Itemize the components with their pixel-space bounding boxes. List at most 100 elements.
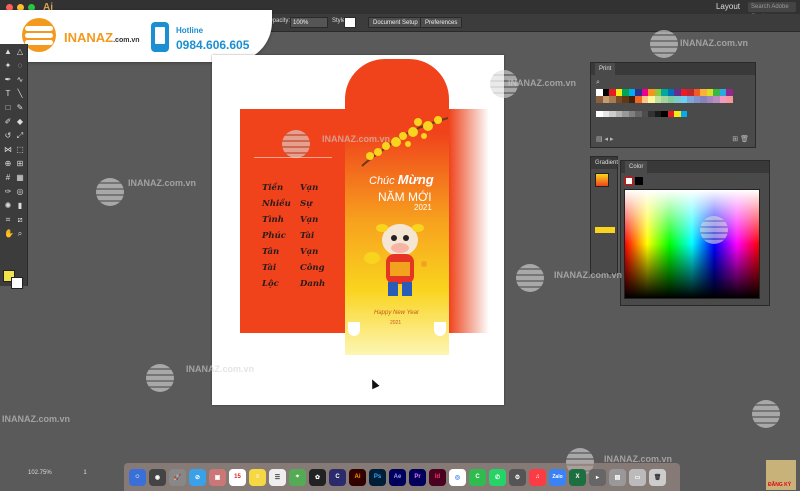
lasso-icon[interactable]: ◌ <box>16 62 24 70</box>
subscribe-badge[interactable]: ĐĂNG KÝ <box>766 460 796 490</box>
swatches-panel-header: Print <box>591 63 755 75</box>
coccoc-icon[interactable]: C <box>469 468 486 486</box>
blend-tool-icon[interactable]: ◎ <box>16 188 24 196</box>
stroke-color-swatch[interactable] <box>11 277 23 289</box>
preferences-button[interactable]: Preferences <box>420 17 463 28</box>
rotate-tool-icon[interactable]: ↺ <box>4 132 12 140</box>
free-transform-icon[interactable]: ⬚ <box>16 146 24 154</box>
shape-builder-icon[interactable]: ⊕ <box>4 160 12 168</box>
photos-icon[interactable]: ✿ <box>309 468 326 486</box>
workspace-layout-dropdown[interactable]: Layout <box>716 2 740 11</box>
scale-tool-icon[interactable]: ⤢ <box>16 132 24 140</box>
color-swatch[interactable] <box>726 89 733 96</box>
maps-icon[interactable]: ⌖ <box>289 468 306 486</box>
hand-tool-icon[interactable]: ✋ <box>4 230 14 238</box>
tab-print[interactable]: Print <box>595 63 616 75</box>
watermark-logo <box>282 130 310 158</box>
greeting-year: 2021 <box>414 203 432 212</box>
graph-tool-icon[interactable]: ▮ <box>16 202 24 210</box>
color-swatch[interactable] <box>726 96 733 103</box>
ox-mascot-illustration <box>364 224 427 296</box>
watermark-text: INANAZ.com.vn <box>186 364 255 374</box>
indesign-icon[interactable]: Id <box>429 468 446 486</box>
after-effects-icon[interactable]: Ae <box>389 468 406 486</box>
swatches-panel: Print ⌕ ▤ ◂ ▸ ⊞ 🗑 <box>590 62 756 148</box>
opacity-input[interactable]: 100% <box>290 17 328 28</box>
black-color-chip[interactable] <box>635 177 643 185</box>
safari-icon[interactable]: ⊘ <box>189 468 206 486</box>
finder-icon[interactable]: ☺ <box>129 468 146 486</box>
launchpad-icon[interactable]: 🚀 <box>169 468 186 486</box>
preview-icon[interactable]: ▤ <box>609 468 626 486</box>
zalo-icon[interactable]: Zalo <box>549 468 566 486</box>
rectangle-tool-icon[interactable]: □ <box>4 104 12 112</box>
swatch-library-icon[interactable]: ▤ ◂ ▸ <box>596 135 614 143</box>
type-tool-icon[interactable]: T <box>4 90 12 98</box>
watermark-text: INANAZ.com.vn <box>322 134 391 144</box>
envelope-notch-left <box>348 322 360 336</box>
artboard-tool-icon[interactable]: ⌗ <box>4 216 12 224</box>
gradient-preview[interactable] <box>595 173 609 187</box>
swatch-grid[interactable] <box>596 89 733 103</box>
curvature-tool-icon[interactable]: ∿ <box>16 76 24 84</box>
envelope-right-flap[interactable] <box>449 109 489 333</box>
watermark-text: INANAZ.com.vn <box>2 414 71 424</box>
eyedropper-icon[interactable]: ✑ <box>4 188 12 196</box>
watermark-logo <box>96 178 124 206</box>
color-spectrum-picker[interactable] <box>624 189 760 299</box>
gradient-tool-icon[interactable]: ▦ <box>16 174 24 182</box>
footer-year: 2021 <box>390 320 402 326</box>
tab-color[interactable]: Color <box>625 161 648 173</box>
photo-icon[interactable]: ▣ <box>209 468 226 486</box>
zoom-tool-icon[interactable]: ⌕ <box>16 230 24 238</box>
terminal-icon[interactable]: ▸ <box>589 468 606 486</box>
gray-swatch[interactable] <box>680 111 687 117</box>
notes-icon[interactable]: ≡ <box>249 468 266 486</box>
zoom-level[interactable]: 102.75% <box>28 470 52 476</box>
line-tool-icon[interactable]: ╲ <box>16 90 24 98</box>
trash-icon[interactable]: 🗑 <box>649 468 666 486</box>
poem-column-right: Vạn Sự Vạn Tài Vạn Công Danh <box>300 183 326 289</box>
pen-tool-icon[interactable]: ✒ <box>4 76 12 84</box>
poem-column-left: Tiền Nhiều Tình Phúc Tân Tài Lộc <box>262 183 291 289</box>
slice-tool-icon[interactable]: ⧄ <box>16 216 24 224</box>
search-icon[interactable]: ⌕ <box>596 79 600 87</box>
magic-wand-icon[interactable]: ✦ <box>4 62 12 70</box>
width-tool-icon[interactable]: ⋈ <box>4 146 12 154</box>
style-swatch[interactable] <box>344 17 356 28</box>
macos-dock: ☺ ◉ 🚀 ⊘ ▣ 15 ≡ ☰ ⌖ ✿ C Ai Ps Ae Pr Id ◎ … <box>124 463 680 491</box>
watermark-logo <box>146 364 174 392</box>
gradient-slider[interactable] <box>595 227 615 233</box>
watermark-logo <box>700 216 728 244</box>
artboard-number[interactable]: 1 <box>83 470 86 476</box>
siri-icon[interactable]: ◉ <box>149 468 166 486</box>
document-setup-button[interactable]: Document Setup <box>368 17 423 28</box>
premiere-icon[interactable]: Pr <box>409 468 426 486</box>
none-color-icon[interactable] <box>625 177 633 185</box>
symbol-sprayer-icon[interactable]: ✺ <box>4 202 12 210</box>
folder-icon[interactable]: ▭ <box>629 468 646 486</box>
settings-icon[interactable]: ⚙ <box>509 468 526 486</box>
delete-swatch-icon[interactable]: ⊞ 🗑 <box>732 135 749 143</box>
music-icon[interactable]: ♫ <box>529 468 546 486</box>
reminders-icon[interactable]: ☰ <box>269 468 286 486</box>
shaper-tool-icon[interactable]: ✐ <box>4 118 12 126</box>
selection-tool-icon[interactable]: ▲ <box>4 48 12 56</box>
whatsapp-icon[interactable]: ✆ <box>489 468 506 486</box>
perspective-grid-icon[interactable]: ⊞ <box>16 160 24 168</box>
cinema-icon[interactable]: C <box>329 468 346 486</box>
gray-swatch-row[interactable] <box>596 111 687 117</box>
mesh-tool-icon[interactable]: # <box>4 174 12 182</box>
photoshop-icon[interactable]: Ps <box>369 468 386 486</box>
eraser-tool-icon[interactable]: ◆ <box>16 118 24 126</box>
illustrator-icon[interactable]: Ai <box>349 468 366 486</box>
calendar-icon[interactable]: 15 <box>229 468 246 486</box>
excel-icon[interactable]: X <box>569 468 586 486</box>
direct-selection-tool-icon[interactable]: △ <box>16 48 24 56</box>
greeting-line-1: Chúc Mừng <box>369 172 434 187</box>
stock-search-input[interactable]: Search Adobe Stock <box>748 2 796 20</box>
hotline-label: Hotline <box>176 26 204 35</box>
chrome-icon[interactable]: ◎ <box>449 468 466 486</box>
paintbrush-tool-icon[interactable]: ✎ <box>16 104 24 112</box>
gradient-panel: Gradient <box>590 156 618 274</box>
